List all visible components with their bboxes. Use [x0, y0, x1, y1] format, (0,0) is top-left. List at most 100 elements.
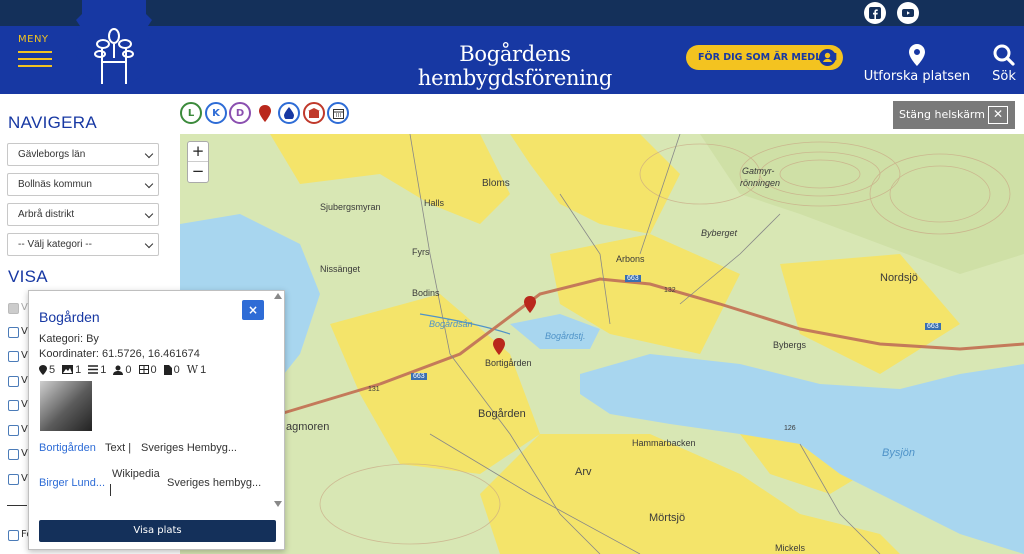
- map-marker-icon[interactable]: [523, 296, 537, 314]
- chevron-down-icon: [144, 239, 154, 249]
- map-label: Bortigården: [485, 358, 532, 368]
- elevation-label: 131: [368, 386, 380, 393]
- page: { "header": { "menu_label": "MENY", "sit…: [0, 0, 1024, 554]
- stat-value: 1: [75, 363, 82, 376]
- filter-K-label: K: [212, 107, 220, 119]
- show-checkbox[interactable]: [8, 449, 19, 460]
- image-icon: [62, 365, 74, 374]
- zoom-in-button[interactable]: +: [188, 142, 208, 162]
- filter-L-label: L: [187, 107, 195, 119]
- search-label: Sök: [992, 69, 1016, 84]
- hamburger-bar: [18, 65, 52, 67]
- popup-close-button[interactable]: ×: [242, 300, 264, 320]
- municipality-select[interactable]: Bollnäs kommun: [7, 173, 159, 196]
- link-type: Wikipedia: [112, 468, 160, 480]
- map-canvas[interactable]: Bloms Halls Sjubergsmyran Gatmyr- rönnin…: [180, 134, 1024, 554]
- show-checkbox[interactable]: [8, 530, 19, 541]
- category-select[interactable]: -- Välj kategori --: [7, 233, 159, 256]
- stat-value: 1: [100, 363, 107, 376]
- zoom-control: + −: [187, 141, 209, 183]
- map-background: [180, 134, 1024, 554]
- county-select[interactable]: Gävleborgs län: [7, 143, 159, 166]
- municipality-select-value: Bollnäs kommun: [18, 179, 92, 190]
- map-label: Nissänget: [320, 264, 361, 274]
- filter-L-icon[interactable]: L: [180, 102, 202, 124]
- divider: [7, 505, 27, 506]
- road-number: 663: [925, 323, 941, 330]
- show-place-button[interactable]: Visa plats: [39, 520, 276, 542]
- district-select[interactable]: Arbrå distrikt: [7, 203, 159, 226]
- chevron-down-icon: [144, 179, 154, 189]
- map-label: rönningen: [740, 178, 781, 188]
- map-label: Bogårdstj.: [545, 331, 586, 341]
- link-birger-lund[interactable]: Birger Lund...: [39, 477, 105, 489]
- list-icon: [88, 365, 99, 374]
- pin-icon: [39, 364, 47, 375]
- table-icon: [138, 365, 149, 374]
- scroll-down-icon[interactable]: [274, 501, 282, 507]
- chevron-down-icon: [144, 149, 154, 159]
- site-logo[interactable]: [72, 0, 156, 94]
- road-number: 663: [411, 373, 427, 380]
- close-icon: ✕: [988, 106, 1008, 124]
- nav-title: NAVIGERA: [8, 113, 97, 132]
- scroll-up-icon[interactable]: [274, 293, 282, 299]
- stat-value: 1: [200, 363, 207, 376]
- zoom-out-button[interactable]: −: [188, 162, 208, 182]
- show-checkbox[interactable]: [8, 327, 19, 338]
- place-popup: Bogården × Kategori: By Koordinater: 61.…: [28, 290, 285, 550]
- calendar-filter-icon[interactable]: [327, 102, 349, 124]
- file-icon: [163, 364, 172, 375]
- explore-label: Utforska platsen: [863, 69, 971, 84]
- show-checkbox[interactable]: [8, 376, 19, 387]
- map-label: Bysjön: [882, 447, 916, 459]
- water-filter-icon[interactable]: [278, 102, 300, 124]
- show-checkbox[interactable]: [8, 400, 19, 411]
- county-select-value: Gävleborgs län: [18, 149, 86, 160]
- site-title[interactable]: Bogårdens hembygdsförening: [360, 42, 670, 90]
- filter-D-icon[interactable]: D: [229, 102, 251, 124]
- building-filter-icon[interactable]: [303, 102, 325, 124]
- search-link[interactable]: Sök: [984, 44, 1024, 84]
- show-checkbox[interactable]: [8, 303, 19, 314]
- map-label: Hammarbacken: [632, 438, 696, 448]
- youtube-icon[interactable]: [897, 2, 919, 24]
- popup-category: Kategori: By: [39, 333, 99, 345]
- stat-wiki: W1: [187, 363, 206, 376]
- show-checkbox[interactable]: [8, 474, 19, 485]
- place-photo[interactable]: [40, 381, 92, 431]
- close-fullscreen-button[interactable]: Stäng helskärm ✕: [893, 101, 1015, 129]
- separator: [110, 484, 111, 496]
- member-button[interactable]: FÖR DIG SOM ÄR MEDLEM: [686, 45, 843, 70]
- show-checkbox[interactable]: [8, 425, 19, 436]
- show-checkbox[interactable]: [8, 351, 19, 362]
- location-pin-icon: [909, 44, 925, 66]
- map-label: Halls: [424, 198, 445, 208]
- road-number: 663: [625, 275, 641, 282]
- hamburger-icon: [18, 51, 52, 53]
- map-label: Sjubergsmyran: [320, 202, 381, 212]
- map-marker-filter-icon[interactable]: [258, 105, 272, 123]
- facebook-icon[interactable]: [864, 2, 886, 24]
- popup-coordinates: Koordinater: 61.5726, 16.461674: [39, 348, 200, 360]
- map-label: Bogården: [478, 408, 526, 420]
- elevation-label: 132: [664, 287, 676, 294]
- district-select-value: Arbrå distrikt: [18, 209, 75, 220]
- stat-value: 0: [150, 363, 157, 376]
- explore-link[interactable]: Utforska platsen: [862, 44, 972, 84]
- map-label: Nordsjö: [880, 272, 918, 284]
- stat-persons: 0: [113, 363, 132, 376]
- link-bortigarden[interactable]: Bortigården: [39, 442, 96, 454]
- map-label: agmoren: [286, 421, 330, 433]
- wikipedia-icon: W: [186, 363, 199, 376]
- category-select-value: -- Välj kategori --: [18, 239, 92, 250]
- map-marker-icon[interactable]: [492, 338, 506, 356]
- filter-K-icon[interactable]: K: [205, 102, 227, 124]
- link-type: Text |: [105, 442, 132, 454]
- menu-button[interactable]: MENY: [18, 34, 58, 78]
- map-label: Gatmyr-: [742, 166, 775, 176]
- popup-title: Bogården: [39, 309, 100, 325]
- menu-label: MENY: [18, 34, 49, 45]
- map-label: Mickels: [775, 543, 806, 553]
- stat-files: 0: [163, 363, 180, 376]
